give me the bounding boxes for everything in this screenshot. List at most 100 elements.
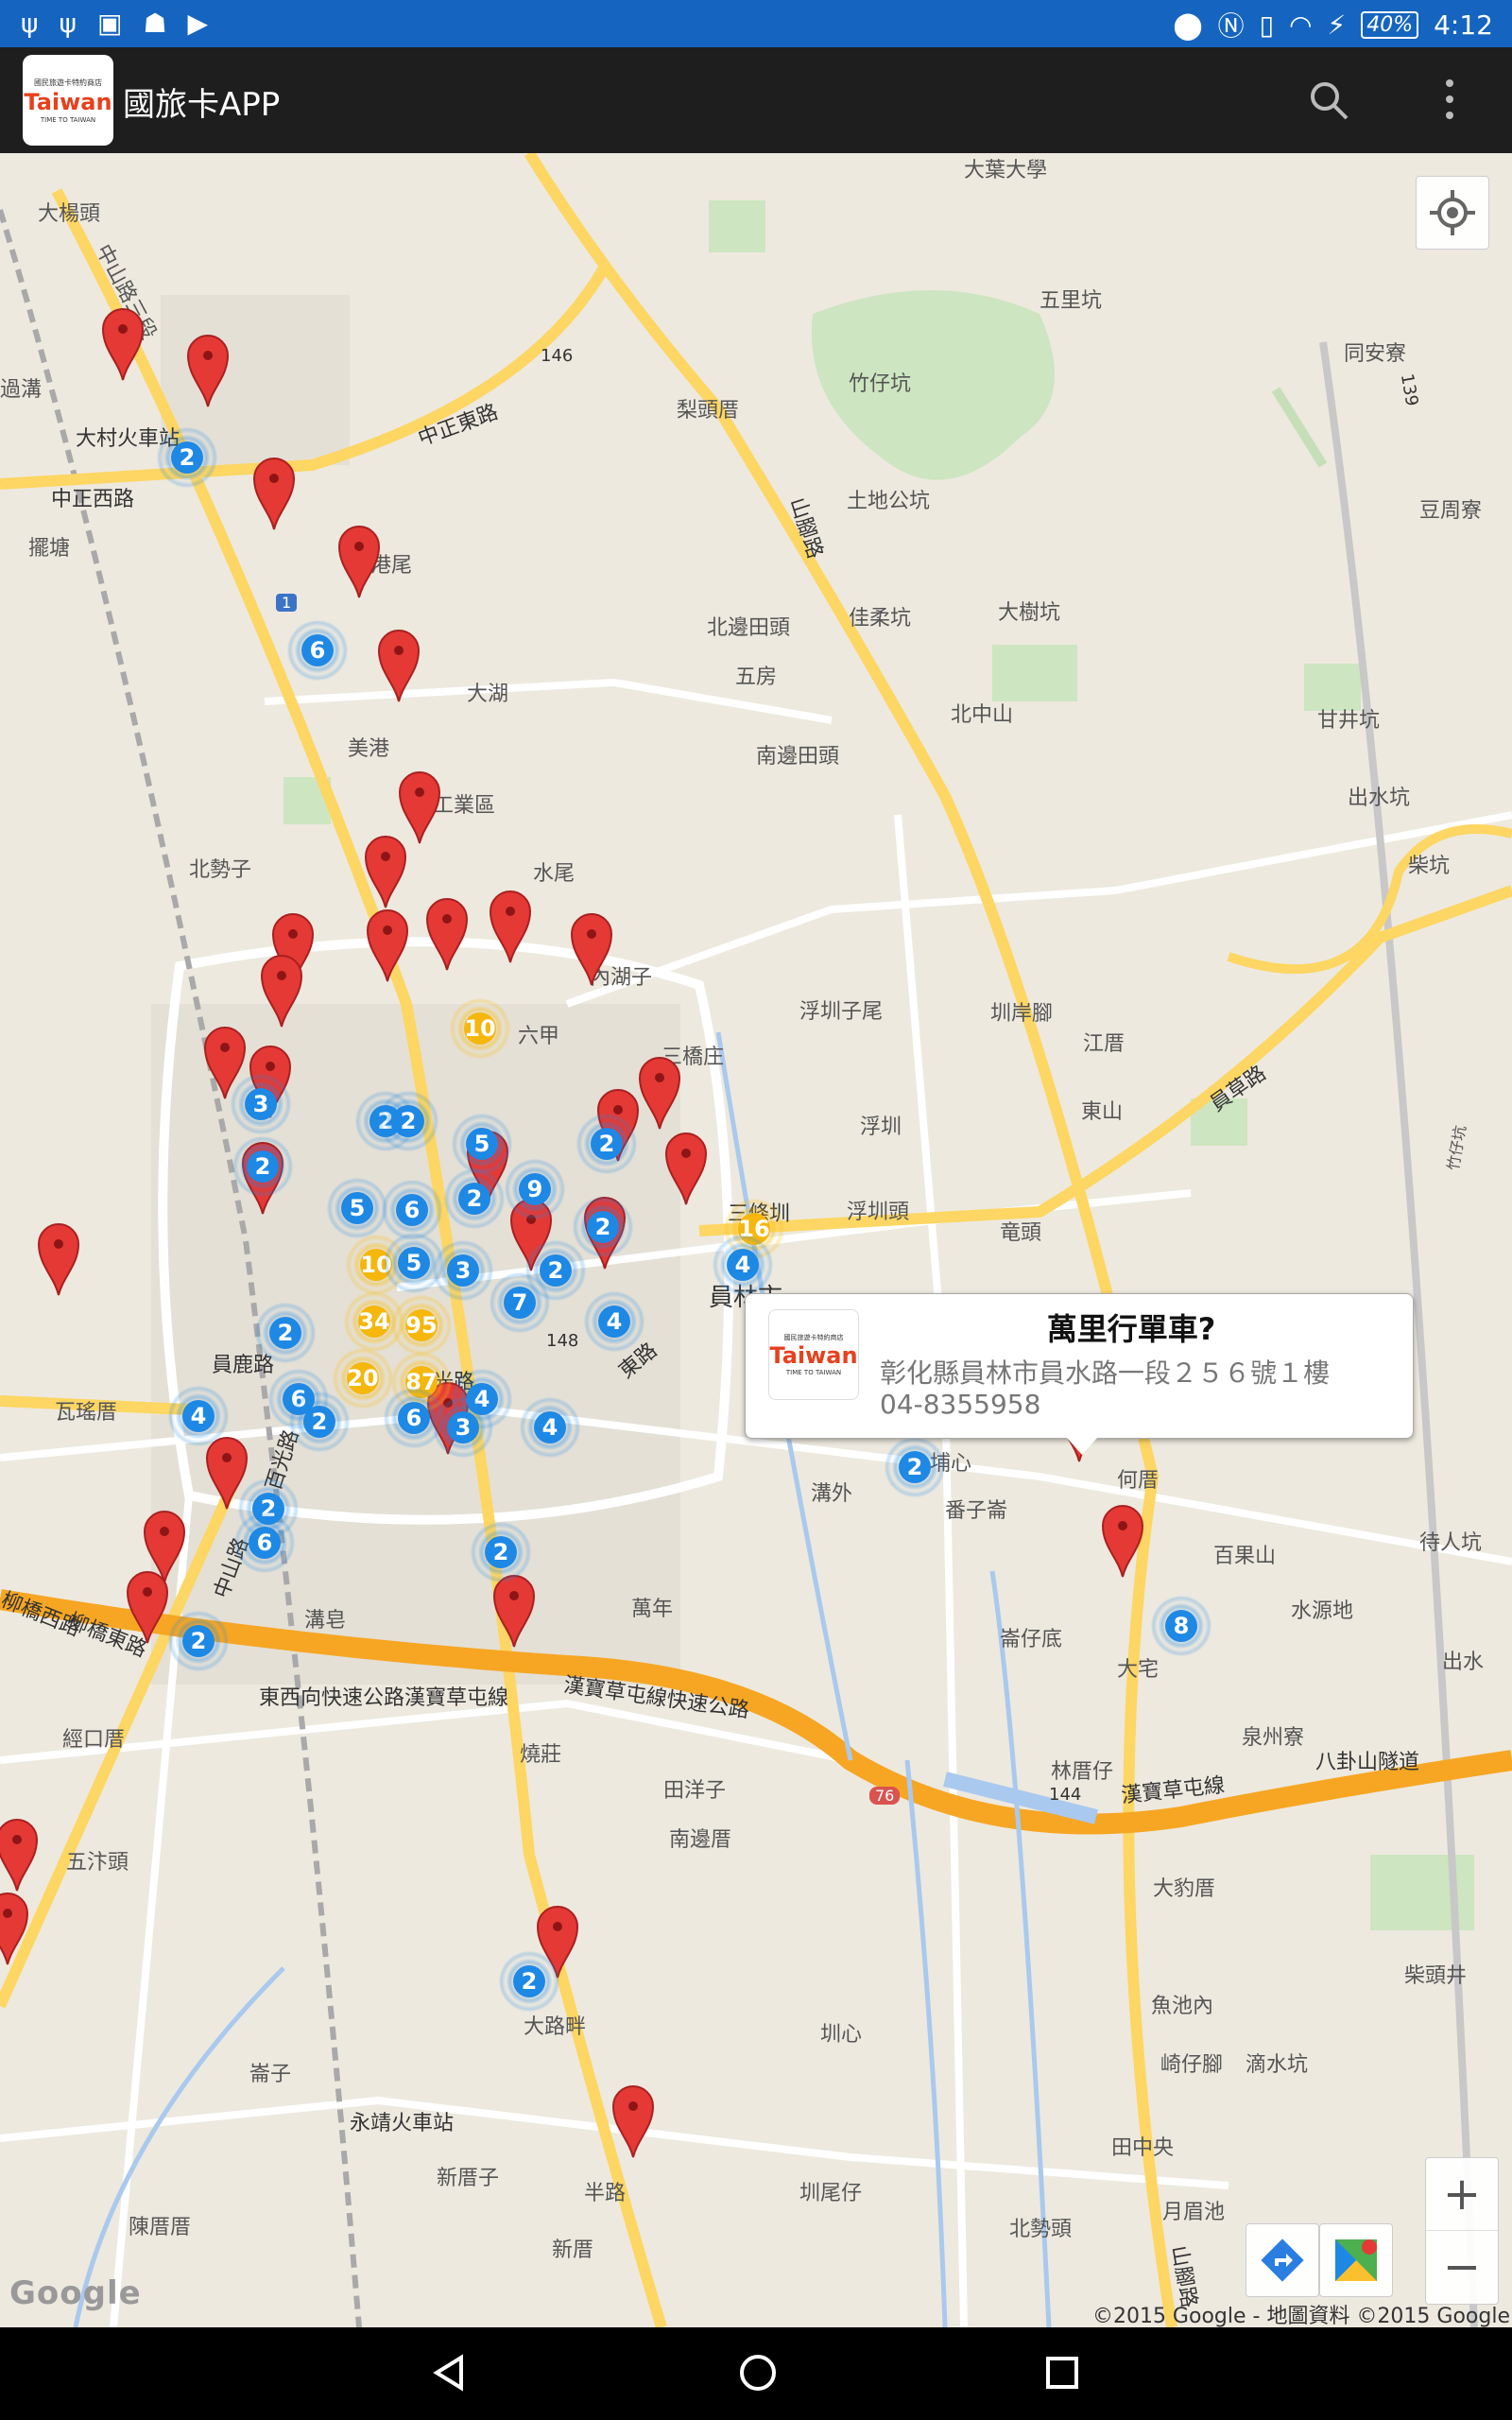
location-icon: ⬤ [1173, 9, 1203, 41]
cluster-marker[interactable]: 4 [168, 1386, 229, 1446]
store-pin-marker[interactable] [0, 1815, 41, 1893]
store-pin-marker[interactable] [35, 1219, 82, 1297]
store-pin-marker[interactable] [636, 1053, 683, 1131]
cluster-count: 2 [247, 1150, 279, 1183]
zoom-in-button[interactable]: + [1426, 2158, 1498, 2230]
cluster-count: 2 [458, 1183, 490, 1215]
my-location-button[interactable] [1416, 176, 1489, 250]
cluster-marker[interactable]: 2 [289, 1392, 350, 1452]
cluster-count: 20 [347, 1362, 379, 1394]
cluster-marker[interactable]: 6 [382, 1180, 442, 1240]
store-icon: ▶ [187, 8, 209, 39]
nfc-icon: Ⓝ [1217, 10, 1245, 42]
cluster-count: 2 [540, 1254, 572, 1287]
cluster-count: 2 [392, 1105, 424, 1137]
zoom-controls: + − [1425, 2157, 1499, 2305]
cluster-count: 4 [534, 1411, 566, 1443]
store-info-window[interactable]: 國民旅遊卡特約商店 Taiwan TIME TO TAIWAN 萬里行單車? 彰… [745, 1293, 1414, 1455]
app-bar: 國民旅遊卡特約商店 Taiwan TIME TO TAIWAN 國旅卡APP [0, 47, 1512, 153]
cluster-marker[interactable]: 5 [327, 1178, 387, 1238]
cluster-count: 4 [598, 1305, 630, 1338]
cluster-count: 2 [587, 1211, 619, 1243]
cluster-marker[interactable]: 2 [444, 1168, 505, 1229]
cluster-marker[interactable]: 3 [433, 1397, 493, 1458]
store-pin-marker[interactable] [662, 1129, 710, 1206]
charging-icon: ⚡ [1327, 9, 1347, 41]
directions-button[interactable] [1246, 2223, 1319, 2297]
cluster-marker[interactable]: 8 [1151, 1596, 1211, 1656]
map-view[interactable]: 大葉大學 大楊頭 中山路三段 過溝 大村火車站 中正東路 中正西路 擺塘 港尾 … [0, 153, 1512, 2327]
cluster-marker[interactable]: 95 [391, 1295, 452, 1356]
back-icon[interactable] [431, 2354, 469, 2392]
cluster-marker[interactable]: 2 [255, 1303, 316, 1363]
cluster-marker[interactable]: 9 [505, 1159, 565, 1219]
zoom-out-button[interactable]: − [1426, 2231, 1498, 2303]
cluster-marker[interactable]: 3 [231, 1074, 291, 1134]
cluster-marker[interactable]: 10 [450, 998, 510, 1059]
cluster-count: 2 [591, 1128, 623, 1160]
home-icon[interactable] [737, 2352, 779, 2394]
recents-icon[interactable] [1043, 2354, 1081, 2392]
store-pin-marker[interactable] [568, 909, 615, 987]
navigation-bar [0, 2327, 1512, 2420]
cluster-marker[interactable]: 5 [452, 1114, 512, 1174]
cluster-count: 8 [1165, 1610, 1197, 1642]
cluster-marker[interactable]: 2 [576, 1114, 637, 1174]
cluster-count: 3 [245, 1088, 277, 1120]
cluster-count: 2 [485, 1536, 517, 1568]
store-logo: 國民旅遊卡特約商店 Taiwan TIME TO TAIWAN [768, 1309, 859, 1400]
clock: 4:12 [1434, 9, 1493, 41]
store-address: 彰化縣員林市員水路一段２５６號１樓 [880, 1357, 1331, 1389]
cluster-count: 6 [249, 1527, 281, 1559]
store-pin-marker[interactable] [362, 832, 409, 909]
store-pin-marker[interactable] [1099, 1501, 1146, 1579]
cluster-count: 2 [182, 1625, 215, 1657]
cluster-marker[interactable]: 4 [713, 1235, 773, 1295]
search-icon[interactable] [1308, 79, 1349, 121]
cluster-marker[interactable]: 2 [378, 1091, 438, 1151]
cluster-marker[interactable]: 2 [168, 1611, 229, 1671]
cluster-marker[interactable]: 4 [584, 1291, 644, 1352]
android-icon: ☗ [143, 8, 167, 39]
store-pin-marker[interactable] [184, 331, 232, 408]
cluster-marker[interactable]: 20 [333, 1348, 393, 1409]
store-pin-marker[interactable] [375, 626, 422, 703]
cluster-marker[interactable]: 6 [287, 620, 348, 681]
cluster-marker[interactable]: 2 [157, 427, 217, 488]
cluster-count: 5 [466, 1128, 498, 1160]
cluster-marker[interactable]: 2 [573, 1197, 633, 1257]
store-pin-marker[interactable] [610, 2082, 657, 2159]
store-pin-marker[interactable] [423, 894, 471, 972]
plus-icon: + [1442, 2168, 1482, 2221]
usb-debug-icon: ψ [59, 8, 77, 39]
store-pin-marker[interactable] [124, 1567, 171, 1645]
cluster-count: 2 [513, 1965, 545, 1997]
open-google-maps-button[interactable] [1319, 2223, 1393, 2297]
store-pin-marker[interactable] [250, 454, 298, 531]
store-pin-marker[interactable] [364, 906, 411, 983]
cluster-marker[interactable]: 4 [520, 1397, 580, 1458]
route-shield: 146 [541, 346, 574, 366]
cluster-marker[interactable]: 7 [490, 1272, 550, 1333]
route-shield: 76 [869, 1787, 901, 1805]
cluster-marker[interactable]: 6 [234, 1512, 295, 1573]
app-title: 國旅卡APP [123, 86, 281, 124]
cluster-count: 3 [447, 1411, 479, 1443]
store-pin-marker[interactable] [0, 1889, 31, 1966]
cluster-marker[interactable]: 2 [232, 1136, 293, 1197]
cluster-marker[interactable]: 2 [499, 1951, 559, 2012]
status-bar: ψ ψ ▣ ☗ ▶ ⬤ Ⓝ ▯ ◠ ⚡ 40% 4:12 [0, 0, 1512, 47]
store-pin-marker[interactable] [99, 304, 146, 382]
route-shield: 144 [1049, 1785, 1082, 1805]
store-pin-marker[interactable] [490, 1571, 538, 1649]
store-pin-marker[interactable] [258, 951, 305, 1028]
cluster-marker[interactable]: 2 [885, 1437, 945, 1497]
more-vert-icon[interactable] [1438, 76, 1461, 123]
store-pin-marker[interactable] [335, 522, 383, 599]
map-copyright: ©2015 Google - 地圖資料 ©2015 Google [1091, 2305, 1510, 2327]
cluster-marker[interactable]: 2 [471, 1522, 531, 1582]
cluster-marker[interactable]: 3 [433, 1240, 493, 1301]
store-pin-marker[interactable] [487, 887, 534, 964]
google-watermark: Google [9, 2274, 142, 2312]
minus-icon: − [1442, 2240, 1482, 2293]
